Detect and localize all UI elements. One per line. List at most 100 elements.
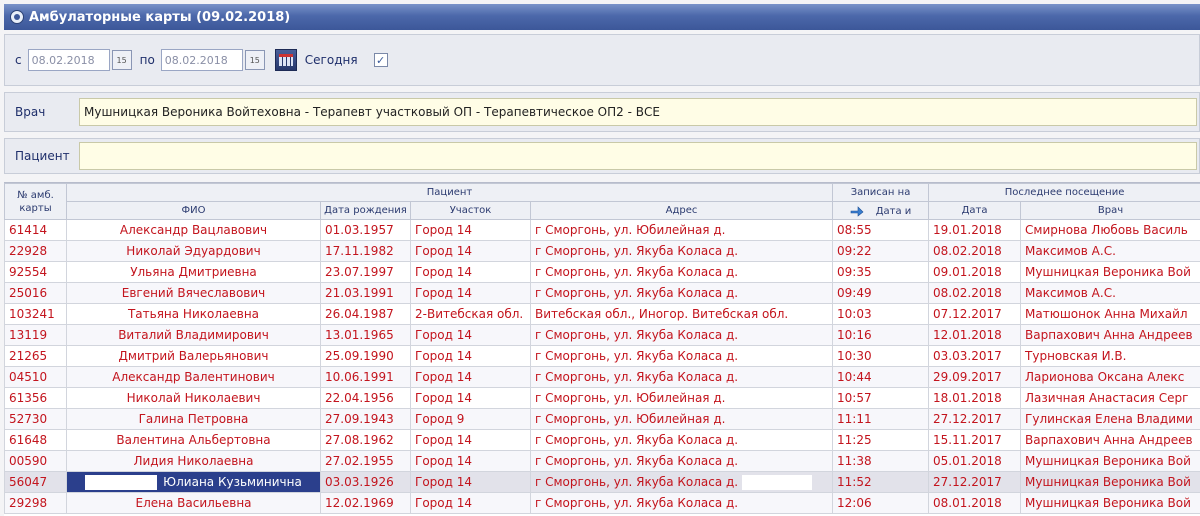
- cell-fio[interactable]: Николай Николаевич: [66, 387, 321, 409]
- cell-fio[interactable]: Юлиана Кузьминична: [66, 471, 321, 493]
- cell-birth-date[interactable]: 03.03.1926: [320, 471, 411, 493]
- table-row[interactable]: 92554 Ульяна Дмитриевна 23.07.1997 Город 14…: [4, 261, 1200, 283]
- cell-scheduled-time[interactable]: 11:38: [832, 450, 930, 472]
- cell-fio[interactable]: Елена Васильевна: [66, 492, 321, 514]
- table-row[interactable]: 25016 Евгений Вячеславович 21.03.1991 Город…: [4, 282, 1200, 304]
- cell-district[interactable]: Город 14: [410, 471, 531, 493]
- table-row[interactable]: 61648 Валентина Альбертовна 27.08.1962 Горо…: [4, 429, 1200, 451]
- cell-card-number[interactable]: 25016: [4, 282, 67, 304]
- cell-last-date[interactable]: 05.01.2018: [928, 450, 1022, 472]
- cell-last-date[interactable]: 08.01.2018: [928, 492, 1022, 514]
- cell-district[interactable]: Город 14: [410, 240, 531, 262]
- cell-fio[interactable]: Ульяна Дмитриевна: [66, 261, 321, 283]
- cell-fio[interactable]: Лидия Николаевна: [66, 450, 321, 472]
- cell-scheduled-time[interactable]: 10:16: [832, 324, 930, 346]
- cell-last-date[interactable]: 03.03.2017: [928, 345, 1022, 367]
- cell-last-date[interactable]: 07.12.2017: [928, 303, 1022, 325]
- calendar-button[interactable]: [274, 49, 297, 71]
- col-header-birth-date[interactable]: Дата рождения: [320, 201, 411, 220]
- cell-scheduled-time[interactable]: 10:44: [832, 366, 930, 388]
- cell-fio[interactable]: Татьяна Николаевна: [66, 303, 321, 325]
- date-from-picker-button[interactable]: 15: [111, 50, 132, 70]
- cell-district[interactable]: Город 14: [410, 261, 531, 283]
- cell-address[interactable]: г Сморгонь, ул. Якуба Коласа д.: [529, 429, 834, 451]
- cell-birth-date[interactable]: 10.06.1991: [320, 366, 411, 388]
- cell-birth-date[interactable]: 27.02.1955: [320, 450, 411, 472]
- cell-district[interactable]: Город 14: [410, 429, 531, 451]
- cell-last-doctor[interactable]: Смирнова Любовь Василь: [1020, 219, 1200, 241]
- col-header-district[interactable]: Участок: [410, 201, 531, 220]
- cell-last-doctor[interactable]: Гулинская Елена Владими: [1020, 408, 1200, 430]
- cell-address[interactable]: г Сморгонь, ул. Якуба Коласа д.: [529, 450, 834, 472]
- cell-last-doctor[interactable]: Максимов А.С.: [1020, 240, 1200, 262]
- cell-birth-date[interactable]: 21.03.1991: [320, 282, 411, 304]
- cell-birth-date[interactable]: 17.11.1982: [320, 240, 411, 262]
- cell-scheduled-time[interactable]: 11:52: [832, 471, 930, 493]
- cell-fio[interactable]: Александр Валентинович: [66, 366, 321, 388]
- cell-card-number[interactable]: 13119: [4, 324, 67, 346]
- patient-field[interactable]: [79, 142, 1197, 170]
- cell-district[interactable]: Город 14: [410, 282, 531, 304]
- cell-fio[interactable]: Виталий Владимирович: [66, 324, 321, 346]
- cell-address[interactable]: г Сморгонь, ул. Якуба Коласа д.: [529, 366, 834, 388]
- cell-last-date[interactable]: 19.01.2018: [928, 219, 1022, 241]
- cell-last-date[interactable]: 09.01.2018: [928, 261, 1022, 283]
- cell-last-doctor[interactable]: Матюшонок Анна Михайл: [1020, 303, 1200, 325]
- cell-card-number[interactable]: 04510: [4, 366, 67, 388]
- today-checkbox[interactable]: ✓: [373, 53, 388, 67]
- date-to-picker-button[interactable]: 15: [244, 50, 265, 70]
- cell-birth-date[interactable]: 27.09.1943: [320, 408, 411, 430]
- cell-birth-date[interactable]: 23.07.1997: [320, 261, 411, 283]
- cell-district[interactable]: Город 14: [410, 450, 531, 472]
- cell-last-date[interactable]: 08.02.2018: [928, 240, 1022, 262]
- cell-birth-date[interactable]: 25.09.1990: [320, 345, 411, 367]
- cell-card-number[interactable]: 61414: [4, 219, 67, 241]
- cell-card-number[interactable]: 21265: [4, 345, 67, 367]
- date-from-input[interactable]: [27, 49, 110, 71]
- cell-last-doctor[interactable]: Мушницкая Вероника Вой: [1020, 450, 1200, 472]
- cell-last-doctor[interactable]: Турновская И.В.: [1020, 345, 1200, 367]
- cell-fio[interactable]: Валентина Альбертовна: [66, 429, 321, 451]
- col-header-scheduled-time[interactable]: Дата и: [832, 201, 930, 220]
- cell-birth-date[interactable]: 12.02.1969: [320, 492, 411, 514]
- cell-last-date[interactable]: 27.12.2017: [928, 408, 1022, 430]
- cell-card-number[interactable]: 103241: [4, 303, 67, 325]
- cell-district[interactable]: 2-Витебская обл.: [410, 303, 531, 325]
- cell-address[interactable]: г Сморгонь, ул. Якуба Коласа д.: [529, 471, 834, 493]
- cell-last-doctor[interactable]: Максимов А.С.: [1020, 282, 1200, 304]
- cell-district[interactable]: Город 14: [410, 387, 531, 409]
- cell-district[interactable]: Город 14: [410, 345, 531, 367]
- cell-fio[interactable]: Галина Петровна: [66, 408, 321, 430]
- cell-card-number[interactable]: 56047: [4, 471, 67, 493]
- cell-scheduled-time[interactable]: 11:11: [832, 408, 930, 430]
- cell-card-number[interactable]: 92554: [4, 261, 67, 283]
- cell-last-date[interactable]: 29.09.2017: [928, 366, 1022, 388]
- cell-card-number[interactable]: 00590: [4, 450, 67, 472]
- cell-district[interactable]: Город 14: [410, 219, 531, 241]
- cell-last-doctor[interactable]: Мушницкая Вероника Вой: [1020, 471, 1200, 493]
- cell-last-doctor[interactable]: Ларионова Оксана Алекс: [1020, 366, 1200, 388]
- cell-card-number[interactable]: 52730: [4, 408, 67, 430]
- cell-last-date[interactable]: 08.02.2018: [928, 282, 1022, 304]
- cell-address[interactable]: г Сморгонь, ул. Якуба Коласа д.: [529, 261, 834, 283]
- cell-last-doctor[interactable]: Мушницкая Вероника Вой: [1020, 492, 1200, 514]
- table-row[interactable]: 29298 Елена Васильевна 12.02.1969 Город 14 г…: [4, 492, 1200, 514]
- cell-scheduled-time[interactable]: 08:55: [832, 219, 930, 241]
- cell-fio[interactable]: Николай Эдуардович: [66, 240, 321, 262]
- cell-last-date[interactable]: 27.12.2017: [928, 471, 1022, 493]
- table-row[interactable]: 103241 Татьяна Николаевна 26.04.1987 2-Вите…: [4, 303, 1200, 325]
- cell-address[interactable]: г Сморгонь, ул. Якуба Коласа д.: [529, 324, 834, 346]
- cell-card-number[interactable]: 61356: [4, 387, 67, 409]
- table-row[interactable]: 04510 Александр Валентинович 10.06.1991 Гор…: [4, 366, 1200, 388]
- cell-scheduled-time[interactable]: 10:30: [832, 345, 930, 367]
- col-header-address[interactable]: Адрес: [529, 201, 834, 220]
- cell-address[interactable]: г Сморгонь, ул. Якуба Коласа д.: [529, 240, 834, 262]
- cell-last-doctor[interactable]: Мушницкая Вероника Вой: [1020, 261, 1200, 283]
- cell-scheduled-time[interactable]: 12:06: [832, 492, 930, 514]
- cell-address[interactable]: г Сморгонь, ул. Якуба Коласа д.: [529, 345, 834, 367]
- cell-birth-date[interactable]: 22.04.1956: [320, 387, 411, 409]
- col-header-card-no[interactable]: № амб. карты: [4, 183, 67, 220]
- cell-birth-date[interactable]: 13.01.1965: [320, 324, 411, 346]
- table-row[interactable]: 61356 Николай Николаевич 22.04.1956 Город 1…: [4, 387, 1200, 409]
- cell-scheduled-time[interactable]: 10:03: [832, 303, 930, 325]
